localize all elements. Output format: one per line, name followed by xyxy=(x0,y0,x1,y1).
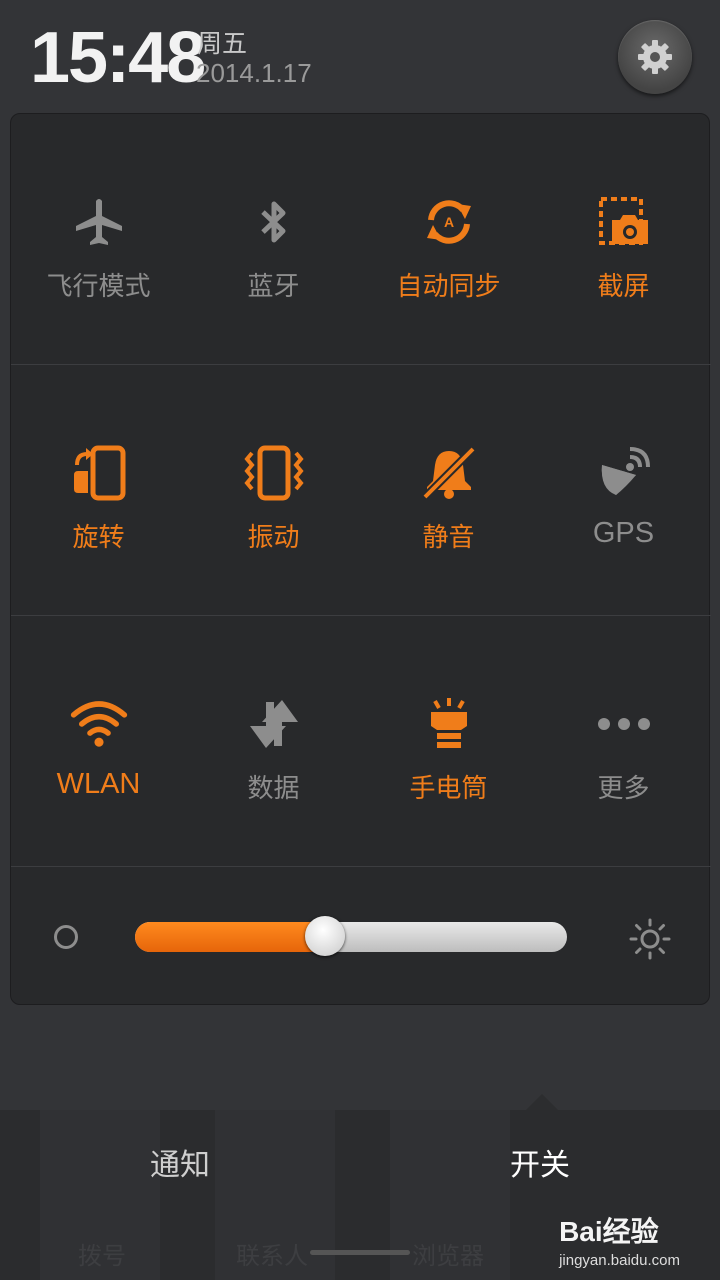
clock: 15:48 xyxy=(30,18,206,98)
toggle-gps[interactable]: GPS xyxy=(536,365,711,615)
tab-toggles[interactable]: 开关 xyxy=(450,1140,630,1184)
svg-text:A: A xyxy=(443,214,453,230)
settings-button[interactable] xyxy=(618,20,692,94)
vibrate-icon xyxy=(243,445,304,501)
toggle-label: 更多 xyxy=(597,774,650,804)
brightness-low-icon xyxy=(54,925,78,949)
bluetooth-icon xyxy=(260,201,285,243)
flashlight-icon xyxy=(430,698,467,748)
toggle-rotate[interactable]: 旋转 xyxy=(11,365,186,615)
toggle-screenshot[interactable]: 截屏 xyxy=(536,114,711,364)
more-icon xyxy=(597,718,650,730)
toggle-airplane[interactable]: 飞行模式 xyxy=(11,114,186,364)
toggle-label: 飞行模式 xyxy=(46,272,151,302)
toggle-data[interactable]: 数据 xyxy=(186,616,361,866)
toggle-label: 蓝牙 xyxy=(247,272,300,302)
toggle-label: WLAN xyxy=(56,768,141,800)
toggle-label: 手电筒 xyxy=(409,774,488,804)
mute-icon xyxy=(421,446,476,500)
drag-handle[interactable] xyxy=(310,1250,410,1255)
background-label: 拨号 xyxy=(78,1242,126,1270)
toggle-row: WLAN 数据 手电筒 更多 xyxy=(11,616,711,866)
toggle-mute[interactable]: 静音 xyxy=(361,365,536,615)
toggle-auto-sync[interactable]: A 自动同步 xyxy=(361,114,536,364)
weekday: 周五 xyxy=(197,29,248,58)
toggle-bluetooth[interactable]: 蓝牙 xyxy=(186,114,361,364)
rotate-icon xyxy=(73,445,125,501)
toggle-label: 数据 xyxy=(247,774,300,804)
toggle-vibrate[interactable]: 振动 xyxy=(186,365,361,615)
active-tab-pointer xyxy=(526,1094,558,1110)
date: 2014.1.17 xyxy=(196,58,312,88)
airplane-icon xyxy=(75,199,122,245)
toggle-row: 飞行模式 蓝牙 A 自动同步 截屏 xyxy=(11,114,711,364)
watermark: Bai经验 jingyan.baidu.com xyxy=(559,1210,680,1269)
toggle-label: 静音 xyxy=(422,523,475,553)
toggle-more[interactable]: 更多 xyxy=(536,616,711,866)
brightness-high-icon xyxy=(629,918,671,960)
toggle-label: 旋转 xyxy=(72,523,125,553)
toggle-label: 自动同步 xyxy=(396,272,501,302)
wifi-icon xyxy=(70,701,127,747)
background-label: 浏览器 xyxy=(412,1242,484,1270)
auto-sync-icon: A xyxy=(426,200,471,244)
data-icon xyxy=(249,700,298,748)
watermark-logo: Bai经验 xyxy=(559,1216,659,1247)
brightness-slider[interactable] xyxy=(135,922,567,952)
toggle-row: 旋转 振动 静音 GPS xyxy=(11,365,711,615)
toggle-label: 振动 xyxy=(247,523,300,553)
toggle-panel: 飞行模式 蓝牙 A 自动同步 截屏 旋转 振动 静音 GPS WLAN 数据 手… xyxy=(10,113,711,1005)
toggle-label: 截屏 xyxy=(597,272,650,302)
tab-notifications[interactable]: 通知 xyxy=(90,1140,270,1184)
gps-icon xyxy=(601,447,650,495)
toggle-label: GPS xyxy=(592,517,655,549)
brightness-control xyxy=(11,867,711,1005)
screenshot-icon xyxy=(598,197,648,245)
gear-icon xyxy=(638,40,672,74)
toggle-flashlight[interactable]: 手电筒 xyxy=(361,616,536,866)
background-label: 联系人 xyxy=(236,1242,308,1270)
brightness-thumb[interactable] xyxy=(305,916,345,956)
status-header: 15:48 周五 2014.1.17 xyxy=(0,0,720,110)
toggle-wlan[interactable]: WLAN xyxy=(11,616,186,866)
watermark-url: jingyan.baidu.com xyxy=(559,1252,680,1269)
brightness-fill xyxy=(135,922,325,952)
